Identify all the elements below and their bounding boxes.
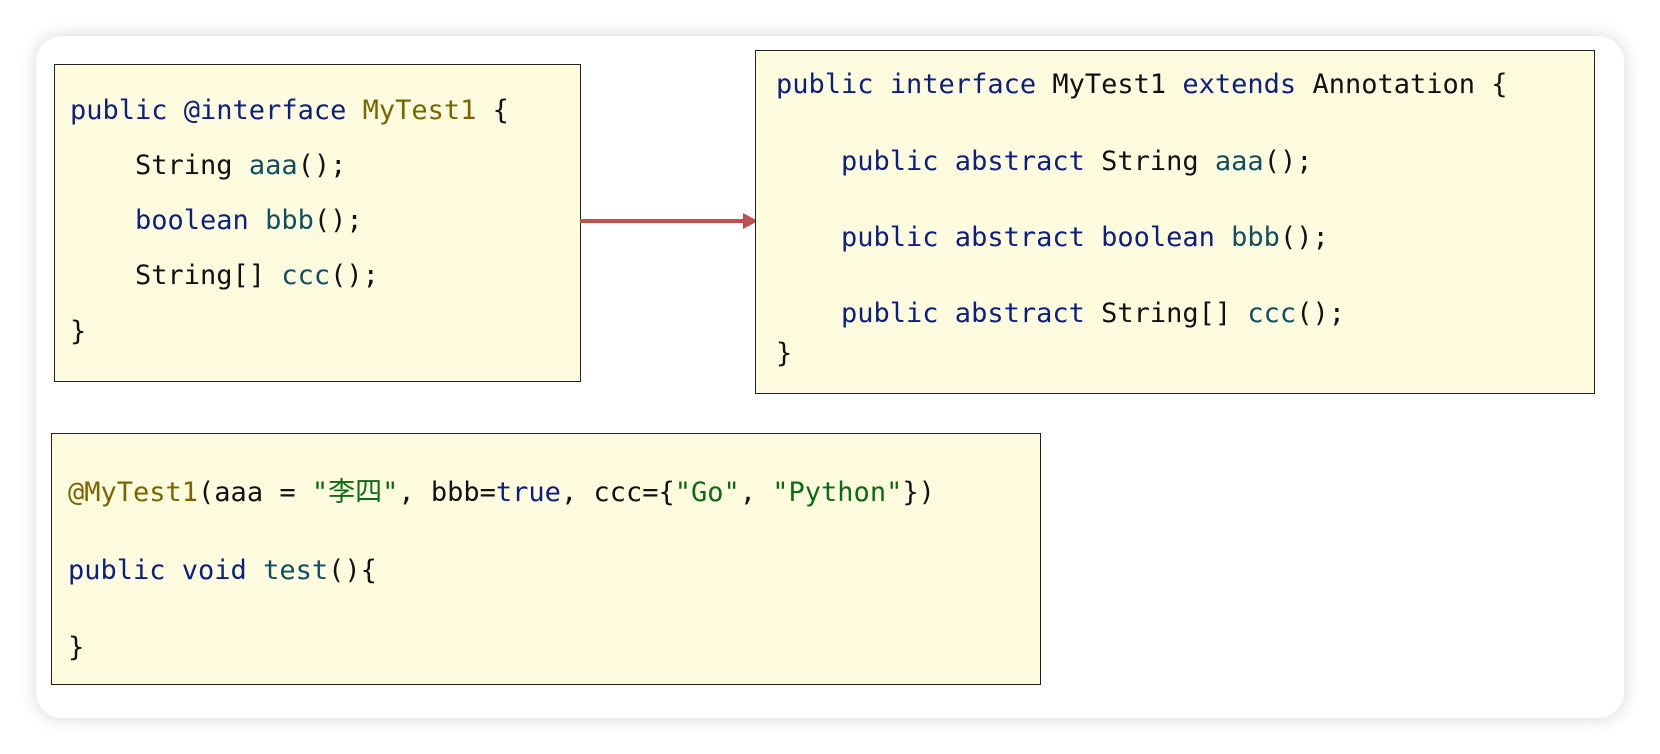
code-line: public abstract String[] ccc();: [776, 300, 1345, 327]
code-token: ccc: [281, 260, 331, 291]
code-token: true: [495, 477, 561, 508]
code-token: }: [68, 632, 85, 663]
code-line: public interface MyTest1 extends Annotat…: [776, 71, 1508, 98]
code-token: (){: [328, 555, 377, 586]
code-token: public abstract: [776, 146, 1102, 177]
code-token: String: [70, 150, 249, 181]
code-token: aaa: [1214, 146, 1264, 177]
code-token: ();: [1263, 146, 1313, 177]
code-token: "李四": [311, 477, 399, 508]
code-token: (aaa =: [198, 477, 312, 508]
code-token: Annotation {: [1312, 69, 1508, 100]
code-token: bbb: [1231, 222, 1280, 253]
code-token: "Python": [772, 477, 903, 508]
compiled-interface-code-box: public interface MyTest1 extends Annotat…: [755, 50, 1595, 394]
code-line: public abstract String aaa();: [776, 148, 1312, 175]
code-token: ,: [739, 477, 773, 508]
code-token: "Go": [674, 477, 740, 508]
code-token: MyTest1: [1052, 69, 1183, 100]
code-token: public abstract boolean: [776, 222, 1232, 253]
code-token: {: [476, 95, 509, 126]
code-line: }: [68, 634, 84, 661]
code-token: , bbb=: [398, 477, 496, 508]
code-token: aaa: [248, 150, 298, 181]
code-line: boolean bbb();: [70, 207, 363, 234]
code-token: public @interface: [70, 95, 363, 126]
code-token: ();: [1296, 298, 1345, 329]
code-line: public @interface MyTest1 {: [70, 97, 509, 124]
code-token: String: [1101, 146, 1215, 177]
code-line: }: [776, 340, 792, 367]
code-token: ();: [297, 150, 347, 181]
code-token: ();: [330, 260, 379, 291]
transform-arrow: [580, 213, 758, 229]
code-token: public interface: [776, 69, 1053, 100]
code-token: }: [776, 338, 793, 369]
code-line: @MyTest1(aaa = "李四", bbb=true, ccc={"Go"…: [68, 479, 935, 506]
code-token: public void: [68, 555, 264, 586]
code-token: public abstract: [776, 298, 1102, 329]
code-token: ();: [313, 205, 363, 236]
code-line: public abstract boolean bbb();: [776, 224, 1329, 251]
code-line: }: [70, 318, 86, 345]
code-token: }): [902, 477, 935, 508]
code-token: @MyTest1: [68, 477, 199, 508]
annotation-definition-code-box: public @interface MyTest1 { String aaa()…: [54, 64, 581, 382]
code-token: , ccc={: [560, 477, 675, 508]
code-token: ();: [1279, 222, 1329, 253]
code-line: String aaa();: [70, 152, 346, 179]
code-line: public void test(){: [68, 557, 377, 584]
code-token: }: [70, 316, 87, 347]
code-token: String[]: [1101, 298, 1248, 329]
code-token: MyTest1: [362, 95, 477, 126]
code-line: String[] ccc();: [70, 262, 379, 289]
code-token: ccc: [1247, 298, 1297, 329]
code-token: String[]: [70, 260, 282, 291]
code-token: test: [263, 555, 329, 586]
code-token: boolean: [70, 205, 266, 236]
code-token: bbb: [265, 205, 314, 236]
annotation-usage-code-box: @MyTest1(aaa = "李四", bbb=true, ccc={"Go"…: [51, 433, 1041, 685]
code-token: extends: [1182, 69, 1313, 100]
